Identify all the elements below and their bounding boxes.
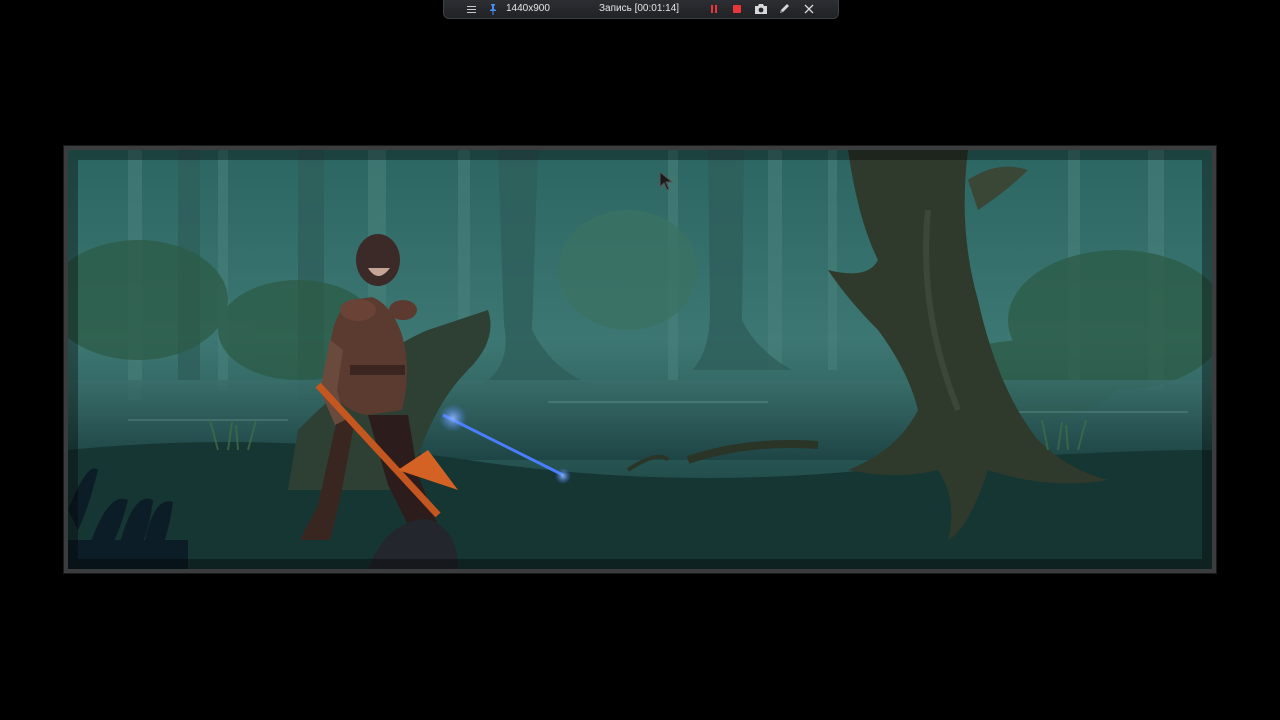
hamburger-menu-icon[interactable] bbox=[466, 0, 478, 18]
game-viewport[interactable] bbox=[64, 146, 1216, 573]
pencil-icon[interactable] bbox=[778, 0, 790, 18]
recorder-toolbar: 1440x900 Запись [00:01:14] bbox=[443, 0, 839, 19]
mouse-cursor-icon bbox=[659, 171, 673, 191]
close-icon[interactable] bbox=[803, 0, 815, 18]
stop-icon[interactable] bbox=[732, 0, 742, 18]
swamp-forest-scene bbox=[68, 150, 1212, 569]
pin-icon[interactable] bbox=[488, 0, 498, 18]
pause-icon[interactable] bbox=[710, 0, 720, 18]
resolution-label: 1440x900 bbox=[506, 3, 550, 14]
recording-status: Запись [00:01:14] bbox=[599, 3, 680, 14]
camera-icon[interactable] bbox=[754, 0, 768, 18]
